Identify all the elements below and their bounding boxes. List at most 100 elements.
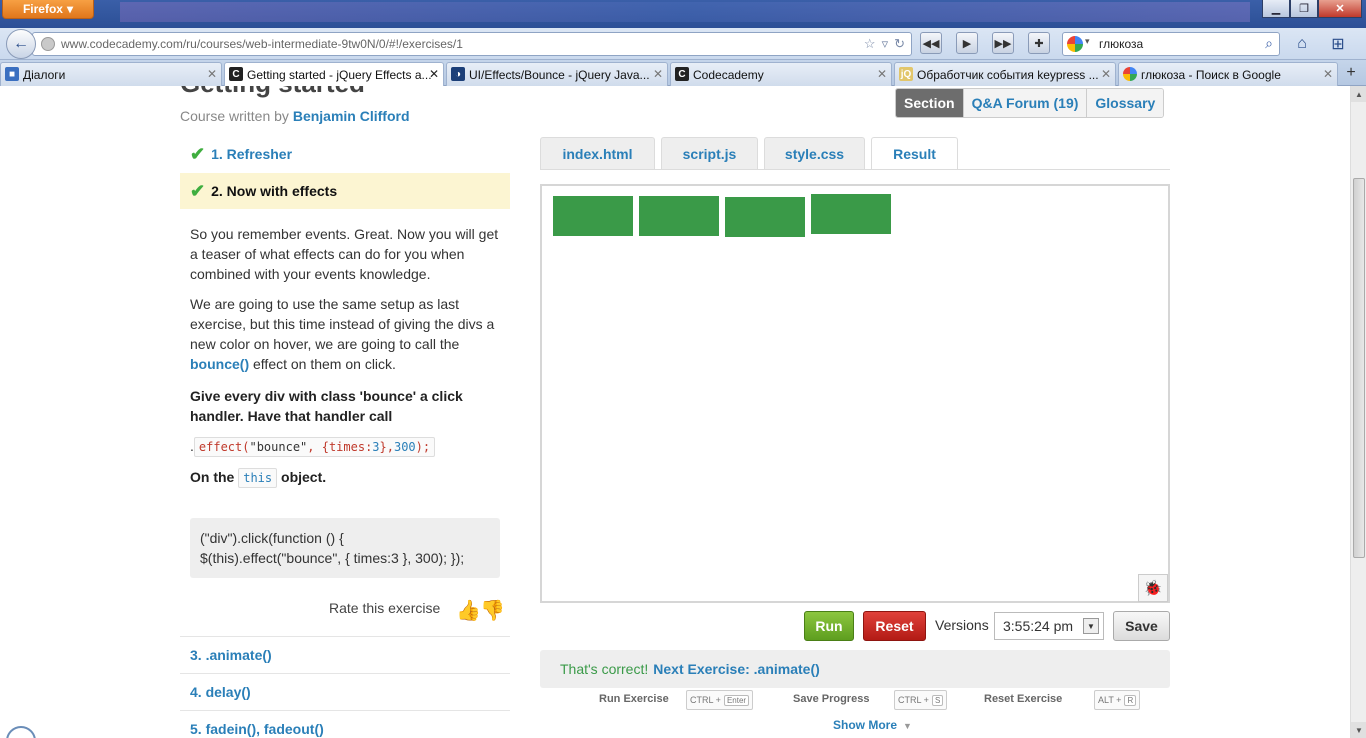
scrollbar-thumb[interactable] [1353,178,1365,558]
result-preview-panel[interactable] [540,184,1170,603]
site-identity-icon[interactable] [41,37,55,51]
firefox-menu-label: Firefox [22,2,63,16]
browser-tab-active[interactable]: C Getting started - jQuery Effects a... … [224,62,444,87]
search-engine-dropdown-icon[interactable]: ▾ [1085,36,1090,47]
run-button[interactable]: Run [804,611,854,641]
browser-tab-title: UI/Effects/Bounce - jQuery Java... [469,67,650,82]
help-widget-icon[interactable] [6,726,36,738]
tab-close-icon[interactable]: ✕ [1323,67,1333,81]
firefox-menu-button[interactable]: Firefox ▾ [2,0,94,19]
browser-tab[interactable]: ◑ UI/Effects/Bounce - jQuery Java... ✕ [446,62,668,86]
lesson-item-delay[interactable]: 4. delay() [180,673,510,709]
chevron-down-icon[interactable]: ▼ [1083,618,1099,634]
browser-tab[interactable]: C Codecademy ✕ [670,62,892,86]
page-scrollbar[interactable]: ▲ ▼ [1350,86,1366,738]
plus-icon: ✚ [1034,37,1044,50]
url-text: www.codecademy.com/ru/courses/web-interm… [61,37,463,51]
bounce-div[interactable] [553,196,633,236]
thumbs-up-icon[interactable]: 👍 [456,598,481,623]
search-icon[interactable]: ⌕ [1265,35,1273,52]
lesson-item-fade[interactable]: 5. fadein(), fadeout() [180,710,510,738]
search-query-text: глюкоза [1099,37,1144,51]
media-add-button[interactable]: ✚ [1028,32,1050,54]
google-icon[interactable] [1067,36,1083,52]
shortcut-save-label: Save Progress [793,693,870,705]
next-exercise-link[interactable]: Next Exercise: .animate() [653,661,820,677]
browser-tab[interactable]: глюкоза - Поиск в Google ✕ [1118,62,1338,86]
save-button[interactable]: Save [1113,611,1170,641]
shortcut-key: Enter [723,694,750,706]
codecademy-icon: C [675,67,689,81]
restore-icon[interactable]: ❐ [1290,0,1318,18]
show-more-label: Show More [833,718,898,732]
shortcut-modifier: CTRL + [690,695,721,705]
instruction-text: effect on them on click. [253,356,396,372]
tab-script-js[interactable]: script.js [661,137,758,169]
show-more-link[interactable]: Show More ▼ [833,718,912,732]
debug-bug-icon[interactable]: 🐞 [1138,574,1168,602]
tab-close-icon[interactable]: ✕ [429,67,439,81]
thumbs-down-icon[interactable]: 👎 [480,598,505,623]
bookmarks-menu-icon[interactable]: ⊞ [1326,32,1350,56]
back-button[interactable]: ← [6,29,36,59]
task-object-line: On the this object. [190,467,505,488]
shortcut-reset-keys: ALT + R [1094,690,1141,710]
chevron-down-icon: ▾ [66,2,74,16]
media-rewind-button[interactable]: ◀◀ [920,32,942,54]
close-window-icon[interactable]: ✕ [1318,0,1362,18]
scroll-down-icon[interactable]: ▼ [1351,722,1366,738]
tab-close-icon[interactable]: ✕ [207,67,217,81]
reset-button[interactable]: Reset [863,611,926,641]
address-bar[interactable]: www.codecademy.com/ru/courses/web-interm… [32,32,912,56]
tab-close-icon[interactable]: ✕ [877,67,887,81]
reload-icon[interactable]: ↻ [894,36,905,52]
lesson-item-current[interactable]: ✔ 2. Now with effects [180,173,510,209]
new-tab-icon[interactable]: + [1340,64,1362,82]
bounce-div[interactable] [811,194,891,234]
window-controls: ▁ ❐ ✕ [1262,0,1362,18]
play-icon: ▶ [962,37,972,50]
tab-style-css[interactable]: style.css [764,137,865,169]
tab-section[interactable]: Section [896,89,964,117]
search-bar[interactable]: ▾ глюкоза ⌕ [1062,32,1280,56]
tab-index-html[interactable]: index.html [540,137,655,169]
tab-result[interactable]: Result [871,137,958,170]
browser-tab[interactable]: jQ Обработчик события keypress ... ✕ [894,62,1116,86]
bounce-doc-link[interactable]: bounce() [190,356,249,372]
versions-select[interactable]: 3:55:24 pm ▼ [994,612,1104,640]
lesson-item-refresher[interactable]: ✔ 1. Refresher [180,136,510,172]
history-dropdown-icon[interactable]: ▿ [882,36,889,52]
tab-glossary[interactable]: Glossary [1087,89,1164,117]
scroll-up-icon[interactable]: ▲ [1351,86,1366,102]
feedback-bar: That's correct! Next Exercise: .animate(… [540,650,1170,688]
lesson-label: 1. Refresher [211,146,293,162]
course-author-line: Course written by Benjamin Clifford [180,108,410,124]
versions-label: Versions [935,617,989,633]
tab-close-icon[interactable]: ✕ [653,67,663,81]
hint-line: $(this).effect("bounce", { times:3 }, 30… [200,550,465,566]
success-message: That's correct! [560,661,649,677]
browser-tab[interactable]: ■ Діалоги ✕ [0,62,222,86]
media-forward-button[interactable]: ▶▶ [992,32,1014,54]
versions-selected-value: 3:55:24 pm [1003,618,1074,634]
tab-qa-forum[interactable]: Q&A Forum (19) [963,89,1088,117]
shortcut-modifier: CTRL + [898,695,929,705]
task-code-line: . effect("bounce", {times:3},300); [190,436,505,457]
bounce-div[interactable] [639,196,719,236]
tab-close-icon[interactable]: ✕ [1101,67,1111,81]
lesson-item-animate[interactable]: 3. .animate() [180,636,510,672]
lesson-label: 3. .animate() [190,646,272,663]
bookmark-star-icon[interactable]: ☆ [864,36,876,52]
bounce-div[interactable] [725,197,805,237]
author-link[interactable]: Benjamin Clifford [293,108,410,124]
shortcut-run-label: Run Exercise [599,693,669,705]
inline-code-effect: effect("bounce", {times:3},300); [193,437,436,457]
jqueryui-icon: ◑ [451,67,465,81]
codecademy-icon: C [229,67,243,81]
instruction-paragraph: We are going to use the same setup as la… [190,294,505,374]
shortcut-save-keys: CTRL + S [894,690,948,710]
browser-tab-title: Обработчик события keypress ... [917,67,1099,82]
media-play-button[interactable]: ▶ [956,32,978,54]
minimize-icon[interactable]: ▁ [1262,0,1290,18]
home-icon[interactable]: ⌂ [1290,32,1314,56]
